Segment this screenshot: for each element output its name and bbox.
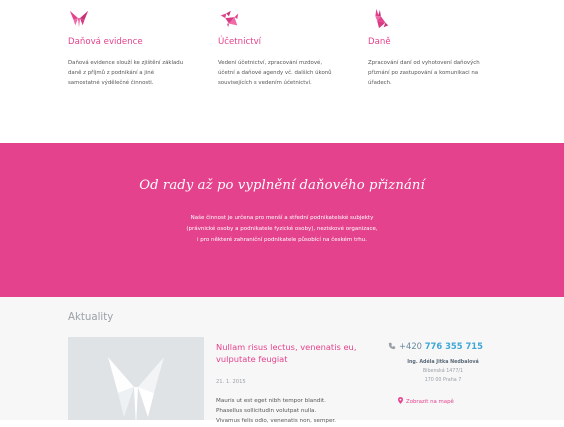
phone-icon <box>388 342 396 350</box>
service-danova-evidence: Daňová evidence Daňová evidence slouží k… <box>68 8 208 88</box>
news-thumbnail[interactable] <box>68 337 204 420</box>
article-date: 21. 1. 2015 <box>216 379 246 385</box>
banner-heading: Od rady až po vyplnění daňového přiznání <box>139 178 425 193</box>
service-title: Daně <box>368 37 391 47</box>
news-article: Nullam risus lectus, venenatis eu, vulpu… <box>216 341 366 427</box>
phone-link[interactable]: +420 776 355 715 <box>388 341 498 351</box>
service-description: Daňová evidence slouží ke zjištění zákla… <box>68 60 184 86</box>
service-description: Vedení účetnictví, zpracování mzdové, úč… <box>218 60 332 86</box>
contact-box: +420 776 355 715 Ing. Adéla Jitka Nedbal… <box>388 341 498 405</box>
service-title: Daňová evidence <box>68 37 143 47</box>
services-section: Daňová evidence Daňová evidence slouží k… <box>0 0 564 143</box>
map-pin-icon <box>398 397 403 404</box>
contact-street: Bibenská 1477/1 <box>422 368 464 374</box>
origami-rabbit-icon <box>375 8 389 29</box>
banner-text: Naše činnost je určena pro menší a střed… <box>186 215 378 243</box>
news-title: Aktuality <box>68 312 114 323</box>
origami-butterfly-icon <box>108 357 164 420</box>
contact-city: 170 00 Praha 7 <box>424 377 462 383</box>
service-description: Zpracování daní od vyhotovení daňových p… <box>368 60 480 86</box>
map-link[interactable]: Zobrazit na mapě <box>398 397 454 405</box>
service-ucetnictvi: Účetnictví Vedení účetnictví, zpracování… <box>218 8 358 88</box>
contact-name: Ing. Adéla Jitka Nedbalová <box>407 360 479 365</box>
origami-butterfly-icon <box>69 10 89 28</box>
article-title-link[interactable]: Nullam risus lectus, venenatis eu, vulpu… <box>216 341 366 365</box>
origami-bird-icon <box>220 10 239 28</box>
service-title: Účetnictví <box>218 37 262 47</box>
service-dane: Daně Zpracování daní od vyhotovení daňov… <box>368 8 508 88</box>
intro-banner: Od rady až po vyplnění daňového přiznání… <box>0 143 564 297</box>
article-excerpt: Mauris ut est eget nibh tempor blandit. … <box>216 398 336 425</box>
news-section: Aktuality Nullam risus lectus, venenatis… <box>0 297 564 424</box>
contact-address: Ing. Adéla Jitka Nedbalová Bibenská 1477… <box>388 359 498 385</box>
